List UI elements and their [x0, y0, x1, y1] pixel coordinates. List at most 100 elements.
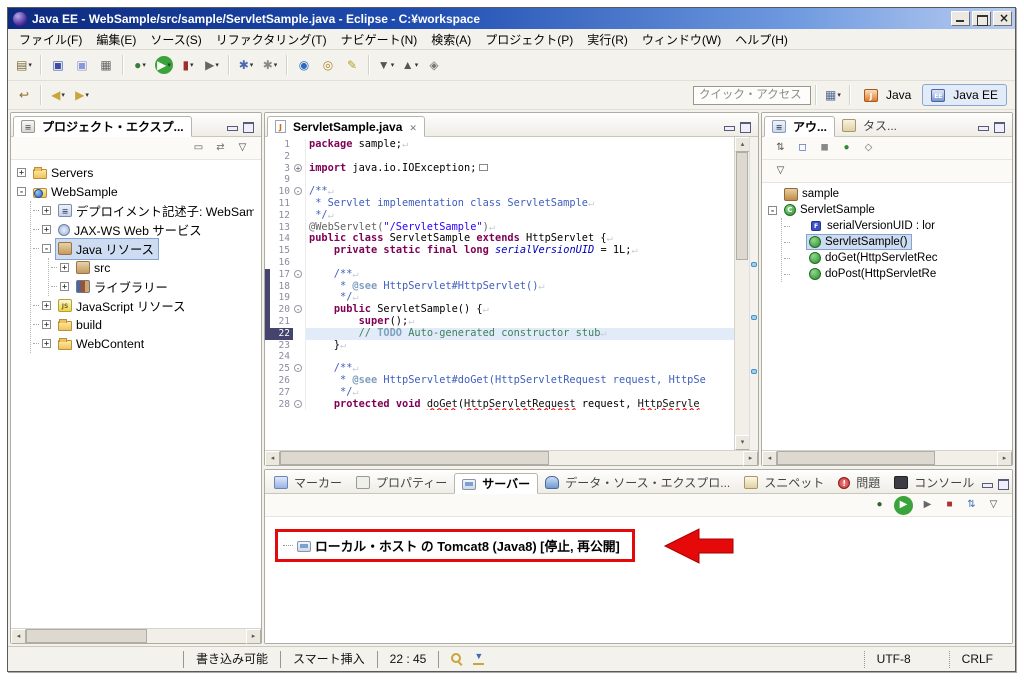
menu-item[interactable]: プロジェクト(P): [478, 29, 580, 50]
view-menu-icon[interactable]: ▽: [771, 162, 790, 181]
scroll-left-icon[interactable]: [265, 451, 280, 466]
minimize-button[interactable]: [951, 11, 970, 26]
tree-expander[interactable]: -: [42, 244, 51, 253]
scroll-up-icon[interactable]: [735, 137, 750, 152]
fold-marker-icon[interactable]: -: [294, 270, 302, 278]
scroll-right-icon[interactable]: [997, 451, 1012, 466]
tab-outline[interactable]: アウ...: [764, 116, 835, 137]
tab-project-explorer[interactable]: プロジェクト・エクスプ...: [13, 116, 192, 137]
overview-ruler[interactable]: [749, 137, 758, 450]
link-with-editor-icon[interactable]: ⇄: [211, 139, 230, 158]
tree-expander[interactable]: -: [17, 187, 26, 196]
scroll-left-icon[interactable]: [762, 451, 777, 466]
close-tab-icon[interactable]: [405, 120, 417, 134]
tree-item[interactable]: sample: [764, 186, 1012, 202]
last-edit-location-icon[interactable]: ↩: [13, 84, 35, 106]
tree-expander[interactable]: +: [42, 206, 51, 215]
open-perspective-icon[interactable]: ▦▾: [822, 84, 844, 106]
tab-props[interactable]: プロパティー: [349, 472, 454, 493]
hide-fields-icon[interactable]: ◻: [793, 139, 812, 158]
tree-expander[interactable]: +: [60, 263, 69, 272]
tree-expander[interactable]: +: [42, 339, 51, 348]
tree-item[interactable]: +WebContent: [31, 334, 261, 353]
editor-tab-servletsample[interactable]: ServletSample.java: [267, 116, 425, 137]
menu-item[interactable]: 実行(R): [580, 29, 635, 50]
java-search-icon[interactable]: ◉: [293, 54, 315, 76]
maximize-button[interactable]: [972, 11, 991, 26]
profile-server-icon[interactable]: ▶: [918, 496, 937, 515]
scroll-left-icon[interactable]: [11, 629, 26, 644]
tree-item[interactable]: +ライブラリー: [49, 277, 261, 296]
save-all-icon[interactable]: ▣: [71, 54, 93, 76]
start-server-icon[interactable]: ▶: [894, 496, 913, 515]
tree-item[interactable]: +JAX-WS Web サービス: [31, 220, 261, 239]
fold-marker-icon[interactable]: -: [294, 364, 302, 372]
project-explorer-hscrollbar[interactable]: [11, 628, 261, 643]
perspective-javaee[interactable]: Java EE: [922, 84, 1007, 106]
back-icon[interactable]: ◀▾: [47, 84, 69, 106]
tab-snip[interactable]: スニペット: [737, 472, 831, 493]
next-annotation-icon[interactable]: [473, 653, 485, 665]
minimize-view-icon[interactable]: [981, 478, 993, 489]
maximize-view-icon[interactable]: [997, 478, 1009, 489]
tree-item[interactable]: +デプロイメント記述子: WebSamp: [31, 201, 261, 220]
tree-item[interactable]: +JavaScript リソース: [31, 296, 261, 315]
view-menu-icon[interactable]: ▽: [984, 496, 1003, 515]
collapse-all-icon[interactable]: ▭: [189, 139, 208, 158]
hide-non-public-icon[interactable]: ●: [837, 139, 856, 158]
forward-icon[interactable]: ▶▾: [71, 84, 93, 106]
debug-icon[interactable]: ●▾: [129, 54, 151, 76]
run-icon[interactable]: ▶▾: [155, 56, 173, 74]
tree-expander[interactable]: +: [60, 282, 69, 291]
tree-expander[interactable]: -: [768, 206, 777, 215]
server-item-tomcat8[interactable]: ローカル・ホスト の Tomcat8 (Java8) [停止, 再公開]: [283, 536, 620, 555]
menu-item[interactable]: ヘルプ(H): [728, 29, 795, 50]
fold-marker-icon[interactable]: -: [294, 400, 302, 408]
new-icon[interactable]: ▤▾: [13, 54, 35, 76]
coverage-icon[interactable]: ▮▾: [177, 54, 199, 76]
maximize-view-icon[interactable]: [242, 121, 254, 132]
next-annotation-icon[interactable]: ▼▾: [375, 54, 397, 76]
tree-item[interactable]: -ServletSample: [764, 202, 1012, 218]
perspective-java[interactable]: Java: [855, 84, 920, 106]
tab-tasks[interactable]: タス...: [835, 115, 904, 136]
tree-expander[interactable]: +: [42, 301, 51, 310]
tree-item[interactable]: +src: [49, 258, 261, 277]
menu-item[interactable]: ウィンドウ(W): [635, 29, 728, 50]
servers-view-content[interactable]: ローカル・ホスト の Tomcat8 (Java8) [停止, 再公開]: [265, 517, 1012, 643]
minimize-view-icon[interactable]: [977, 121, 989, 132]
title-bar[interactable]: Java EE - WebSample/src/sample/ServletSa…: [8, 8, 1015, 29]
maximize-view-icon[interactable]: [993, 121, 1005, 132]
tab-consolev[interactable]: コンソール: [887, 472, 981, 493]
scroll-right-icon[interactable]: [743, 451, 758, 466]
fold-marker-icon[interactable]: -: [294, 187, 302, 195]
scroll-down-icon[interactable]: [735, 435, 750, 450]
tab-probl[interactable]: 問題: [831, 472, 887, 493]
minimize-view-icon[interactable]: [723, 121, 735, 132]
project-explorer-tree[interactable]: +Servers-WebSample+デプロイメント記述子: WebSamp+J…: [11, 160, 261, 628]
minimize-view-icon[interactable]: [226, 121, 238, 132]
print-icon[interactable]: ▦: [95, 54, 117, 76]
maximize-view-icon[interactable]: [739, 121, 751, 132]
tree-expander[interactable]: +: [17, 168, 26, 177]
fold-marker-icon[interactable]: -: [294, 305, 302, 313]
new-web-service-icon[interactable]: ✱▾: [259, 54, 281, 76]
tree-item[interactable]: +Servers: [13, 163, 261, 182]
menu-item[interactable]: 編集(E): [89, 29, 143, 50]
magnifier-icon[interactable]: [451, 653, 463, 665]
outline-tree[interactable]: sample-ServletSampleserialVersionUID : l…: [762, 183, 1012, 450]
tree-item[interactable]: +build: [31, 315, 261, 334]
menu-item[interactable]: ナビゲート(N): [334, 29, 425, 50]
hide-static-icon[interactable]: ◼: [815, 139, 834, 158]
stop-server-icon[interactable]: ■: [940, 496, 959, 515]
tree-item[interactable]: ServletSample(): [782, 234, 1012, 250]
code-editor[interactable]: 1package sample;↵23+import java.io.IOExc…: [265, 137, 734, 450]
editor-vscrollbar[interactable]: [734, 137, 749, 450]
sort-icon[interactable]: ⇅: [771, 139, 790, 158]
menu-item[interactable]: ファイル(F): [12, 29, 89, 50]
menu-item[interactable]: 検索(A): [424, 29, 478, 50]
tree-expander[interactable]: +: [42, 225, 51, 234]
publish-server-icon[interactable]: ⇅: [962, 496, 981, 515]
tree-item[interactable]: -WebSample: [13, 182, 261, 201]
tree-item[interactable]: serialVersionUID : lor: [782, 218, 1012, 234]
